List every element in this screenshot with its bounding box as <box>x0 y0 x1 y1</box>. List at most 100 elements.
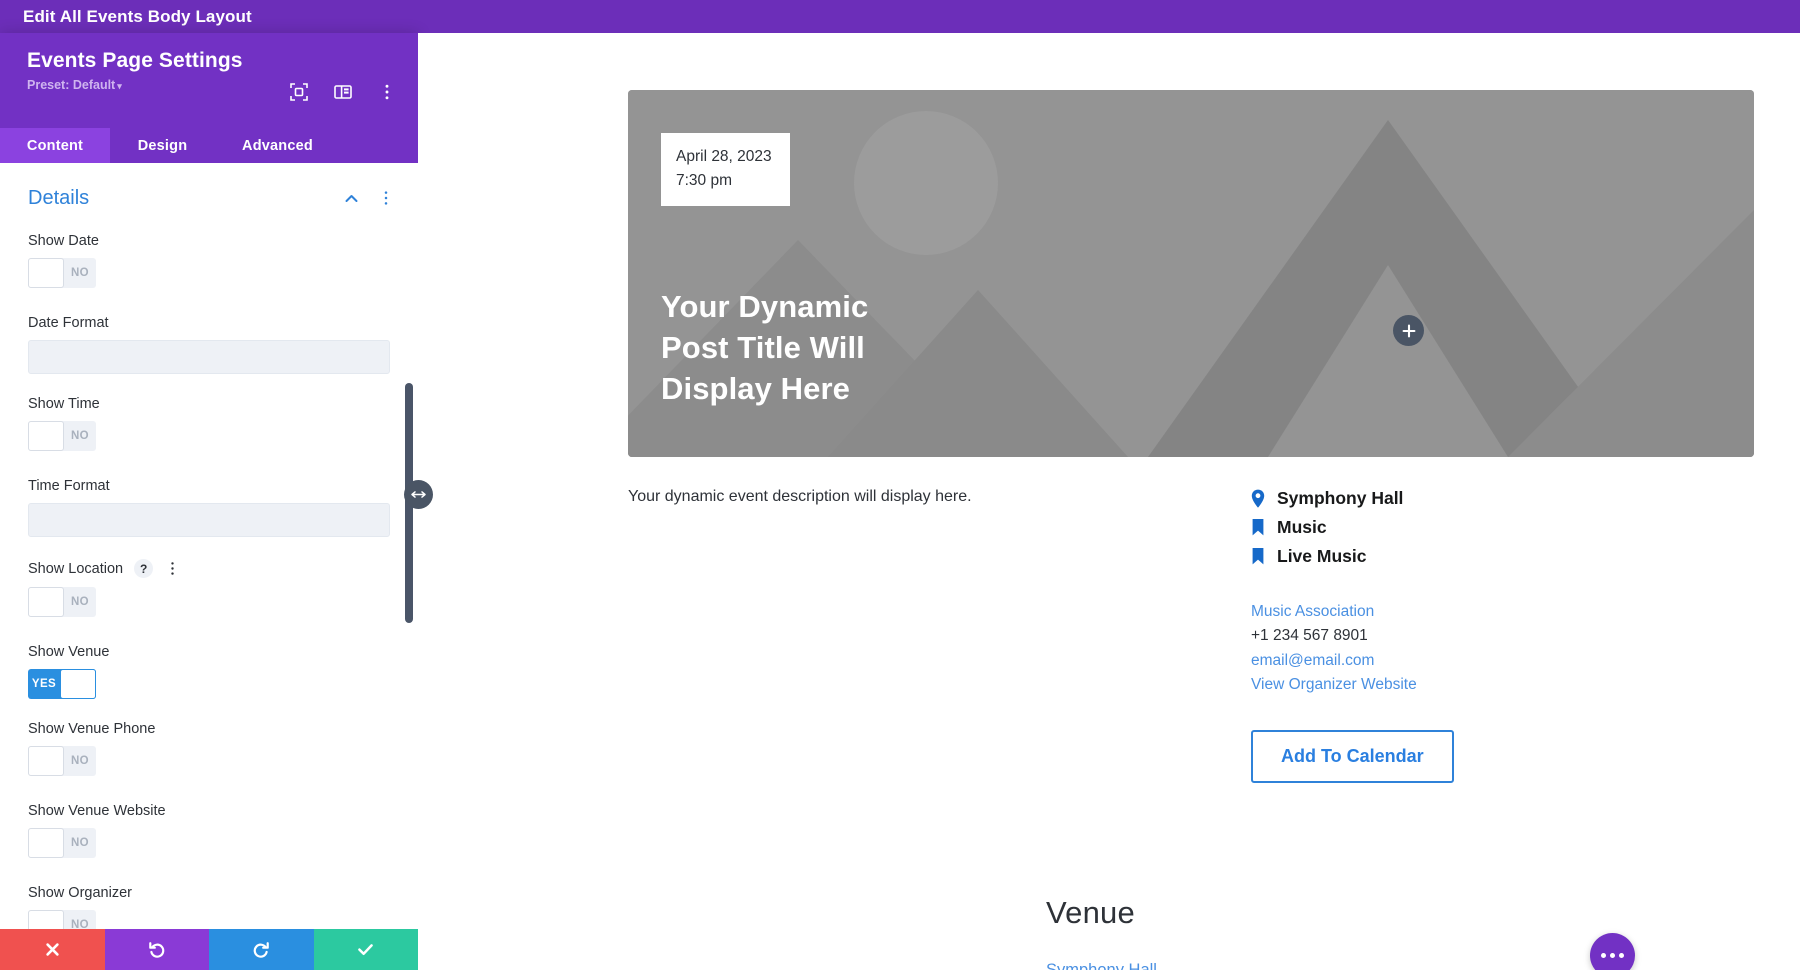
settings-panel: Events Page Settings Preset: Default ▾ C… <box>0 33 418 970</box>
tab-content[interactable]: Content <box>0 128 110 163</box>
chevron-up-icon[interactable] <box>343 190 360 207</box>
toggle-show-venue-phone[interactable]: NO <box>28 746 96 776</box>
event-title: Your Dynamic Post Title Will Display Her… <box>661 287 868 410</box>
toggle-knob <box>60 669 96 699</box>
panel-action-bar <box>0 929 418 970</box>
event-title-line-3: Display Here <box>661 371 851 407</box>
toggle-value: NO <box>70 837 90 849</box>
field-show-time: Show Time NO <box>28 396 390 456</box>
field-label: Show Time <box>28 396 100 412</box>
page-canvas: April 28, 2023 7:30 pm Your Dynamic Post… <box>418 33 1800 970</box>
preset-label: Preset: Default <box>27 78 116 92</box>
toggle-show-time[interactable]: NO <box>28 421 96 451</box>
toggle-knob <box>28 587 64 617</box>
meta-item-venue: Symphony Hall <box>1251 484 1651 513</box>
organizer-website-link[interactable]: View Organizer Website <box>1251 673 1651 697</box>
add-to-calendar-button[interactable]: Add To Calendar <box>1251 730 1454 784</box>
organizer-name-link[interactable]: Music Association <box>1251 600 1651 624</box>
meta-item-category-1: Music <box>1251 513 1651 542</box>
field-show-location: Show Location ? NO <box>28 559 390 622</box>
save-button[interactable] <box>313 929 418 970</box>
builder-menu-fab[interactable] <box>1590 933 1635 970</box>
field-show-venue-phone: Show Venue Phone NO <box>28 721 390 781</box>
event-title-line-1: Your Dynamic <box>661 289 869 325</box>
plus-icon <box>1402 324 1415 337</box>
event-meta-column: Symphony Hall Music Live Music Music Ass… <box>1251 484 1651 784</box>
event-date-badge: April 28, 2023 7:30 pm <box>661 133 790 207</box>
toggle-value: NO <box>70 430 90 442</box>
field-label: Show Venue Website <box>28 803 166 819</box>
meta-category-text: Music <box>1277 517 1327 537</box>
map-pin-icon <box>1251 489 1273 508</box>
tab-design[interactable]: Design <box>110 128 215 163</box>
field-time-format: Time Format <box>28 478 390 537</box>
field-label: Show Date <box>28 233 99 249</box>
split-layout-icon[interactable] <box>334 83 352 101</box>
meta-category-text: Live Music <box>1277 546 1367 566</box>
hero-image-module[interactable]: April 28, 2023 7:30 pm Your Dynamic Post… <box>628 90 1754 457</box>
organizer-block: Music Association +1 234 567 8901 email@… <box>1251 600 1651 697</box>
field-label: Date Format <box>28 315 109 331</box>
field-show-venue: Show Venue YES <box>28 644 390 699</box>
field-label: Show Venue Phone <box>28 721 156 737</box>
event-date: April 28, 2023 <box>676 148 772 165</box>
date-format-input[interactable] <box>28 340 390 374</box>
help-icon[interactable]: ? <box>134 559 154 578</box>
venue-heading: Venue <box>1046 895 1135 930</box>
top-bar-title: Edit All Events Body Layout <box>23 7 252 26</box>
toggle-knob <box>28 746 64 776</box>
settings-panel-body: Details Show Date NO Date Format Show Ti… <box>0 163 418 940</box>
check-icon <box>358 944 374 956</box>
cancel-button[interactable] <box>0 929 105 970</box>
settings-panel-title: Events Page Settings <box>27 49 243 72</box>
more-vertical-icon[interactable] <box>378 83 396 101</box>
more-vertical-icon[interactable] <box>165 561 180 576</box>
toggle-value: NO <box>70 596 90 608</box>
focus-frame-icon[interactable] <box>290 83 308 101</box>
field-label: Show Venue <box>28 644 110 660</box>
toggle-knob <box>28 828 64 858</box>
field-date-format: Date Format <box>28 315 390 374</box>
top-bar: Edit All Events Body Layout <box>0 0 1800 33</box>
toggle-show-venue-website[interactable]: NO <box>28 828 96 858</box>
panel-resize-handle[interactable] <box>404 480 433 509</box>
redo-icon <box>253 942 269 958</box>
settings-panel-header: Events Page Settings Preset: Default ▾ <box>0 33 418 128</box>
venue-section: Venue Symphony Hall <box>1046 895 1157 970</box>
chevron-down-icon: ▾ <box>117 81 122 91</box>
undo-button[interactable] <box>104 929 209 970</box>
meta-item-category-2: Live Music <box>1251 542 1651 571</box>
details-fields: Show Date NO Date Format Show Time NO Ti… <box>0 215 418 970</box>
event-time: 7:30 pm <box>676 172 733 190</box>
ellipsis-icon <box>1601 953 1606 958</box>
horizontal-resize-icon <box>411 491 426 498</box>
toggle-show-date[interactable]: NO <box>28 258 96 288</box>
undo-icon <box>149 942 165 958</box>
toggle-value: YES <box>31 678 57 690</box>
meta-venue-text: Symphony Hall <box>1277 488 1404 508</box>
close-icon <box>46 943 59 956</box>
time-format-input[interactable] <box>28 503 390 537</box>
toggle-show-location[interactable]: NO <box>28 587 96 617</box>
field-show-date: Show Date NO <box>28 233 390 293</box>
details-section-header: Details <box>0 181 418 215</box>
bookmark-icon <box>1251 518 1273 537</box>
organizer-phone: +1 234 567 8901 <box>1251 627 1368 645</box>
add-module-button[interactable] <box>1393 315 1424 346</box>
bookmark-icon <box>1251 547 1273 566</box>
event-description: Your dynamic event description will disp… <box>628 488 972 505</box>
event-title-line-2: Post Title Will <box>661 330 865 366</box>
settings-tabs: Content Design Advanced <box>0 128 418 163</box>
venue-name-link[interactable]: Symphony Hall <box>1046 961 1157 970</box>
ellipsis-icon <box>1619 953 1624 958</box>
toggle-value: NO <box>70 267 90 279</box>
toggle-show-venue[interactable]: YES <box>28 669 96 699</box>
redo-button[interactable] <box>209 929 314 970</box>
panel-header-icons <box>290 83 396 101</box>
toggle-knob <box>28 421 64 451</box>
more-vertical-icon[interactable] <box>378 190 394 206</box>
organizer-email-link[interactable]: email@email.com <box>1251 649 1651 673</box>
tab-advanced[interactable]: Advanced <box>215 128 340 163</box>
builder-screen: Edit All Events Body Layout Events Page … <box>0 0 1800 970</box>
toggle-knob <box>28 258 64 288</box>
